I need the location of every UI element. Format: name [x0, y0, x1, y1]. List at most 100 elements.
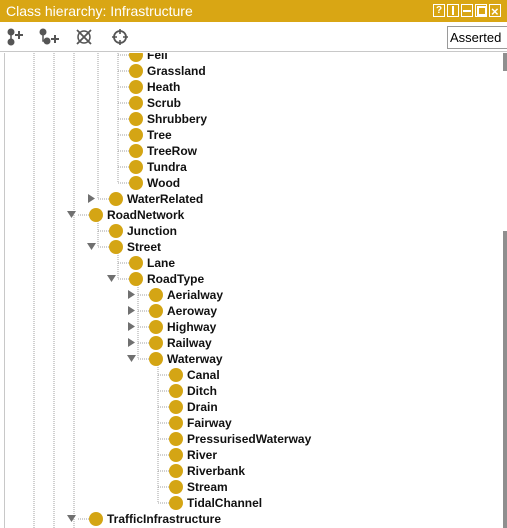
class-icon	[129, 96, 143, 110]
collapsed-triangle-icon[interactable]	[127, 290, 137, 300]
add-subclass-button[interactable]	[6, 27, 28, 47]
tree-node[interactable]: WaterRelated	[109, 191, 203, 207]
scrollbar-thumb-upper[interactable]	[503, 53, 507, 71]
tree-node[interactable]: Aerialway	[149, 287, 223, 303]
minimize-icon[interactable]	[461, 4, 473, 17]
tree-node[interactable]: Fairway	[169, 415, 232, 431]
add-subclass-icon	[7, 28, 23, 46]
tree-node[interactable]: PressurisedWaterway	[169, 431, 311, 447]
collapsed-triangle-icon[interactable]	[87, 194, 97, 204]
add-sibling-button[interactable]	[38, 27, 60, 47]
help-icon[interactable]	[433, 0, 445, 22]
class-icon	[109, 192, 123, 206]
window-controls	[433, 0, 501, 23]
class-hierarchy-tree: Fell Grassland Heath Scrub Shrubbery Tree Tree…	[4, 53, 503, 528]
vertical-scrollbar[interactable]	[503, 53, 507, 528]
hierarchy-toolbar: Asserted	[0, 22, 507, 52]
tree-node[interactable]: River	[169, 447, 217, 463]
delete-class-button[interactable]	[74, 27, 96, 47]
class-icon	[89, 512, 103, 526]
tree-node-label: Heath	[147, 80, 181, 94]
class-icon	[129, 112, 143, 126]
class-icon	[169, 448, 183, 462]
tree-node-label: Wood	[147, 176, 181, 190]
class-icon	[129, 176, 143, 190]
scrollbar-thumb-lower[interactable]	[503, 231, 507, 528]
class-icon	[169, 432, 183, 446]
tree-node[interactable]: Aeroway	[149, 303, 217, 319]
tree-guide-lines	[33, 53, 169, 528]
tree-node[interactable]: Railway	[149, 335, 212, 351]
hierarchy-mode-select[interactable]: Asserted	[447, 26, 507, 49]
tree-node[interactable]: Stream	[169, 479, 228, 495]
collapsed-triangle-icon[interactable]	[127, 338, 137, 348]
tree-node[interactable]: Canal	[169, 367, 220, 383]
collapsed-triangle-icon[interactable]	[127, 322, 137, 332]
close-icon[interactable]	[489, 1, 501, 23]
find-class-button[interactable]	[110, 27, 132, 47]
tree-node-label: Tree	[147, 128, 172, 142]
tree-node-label: RoadType	[147, 272, 205, 286]
tree-node[interactable]: RoadType	[129, 271, 204, 287]
class-icon	[149, 288, 163, 302]
class-icon	[169, 496, 183, 510]
class-icon	[129, 53, 143, 62]
expanded-triangle-icon[interactable]	[67, 514, 77, 524]
tree-node-label: Grassland	[147, 64, 206, 78]
tree-node[interactable]: RoadNetwork	[89, 207, 184, 223]
expanded-triangle-icon[interactable]	[67, 210, 77, 220]
tree-node[interactable]: TreeRow	[129, 143, 197, 159]
tree-node-label: Aeroway	[167, 304, 218, 318]
tree-node-label: TidalChannel	[187, 496, 263, 510]
panel-title-bar: Class hierarchy: Infrastructure	[0, 0, 507, 23]
class-icon	[149, 352, 163, 366]
class-icon	[109, 240, 123, 254]
maximize-icon[interactable]	[475, 4, 487, 17]
tree-node[interactable]: Grassland	[129, 63, 206, 79]
expanded-triangle-icon[interactable]	[87, 242, 97, 252]
tree-node[interactable]: Junction	[109, 223, 177, 239]
delete-class-icon	[76, 29, 92, 45]
tree-node[interactable]: Lane	[129, 255, 175, 271]
tree-node[interactable]: Street	[109, 239, 161, 255]
collapsed-triangle-icon[interactable]	[127, 306, 137, 316]
tree-node[interactable]: Heath	[129, 79, 180, 95]
split-view-icon[interactable]	[447, 4, 459, 17]
tree-node[interactable]: Drain	[169, 399, 218, 415]
tree-node[interactable]: Scrub	[129, 95, 181, 111]
class-icon	[129, 144, 143, 158]
tree-node-label: TreeRow	[147, 144, 198, 158]
tree-node-label: WaterRelated	[127, 192, 204, 206]
expanded-triangle-icon[interactable]	[107, 274, 117, 284]
crosshair-icon	[112, 29, 128, 45]
tree-node[interactable]: Tundra	[129, 159, 187, 175]
tree-node-label: Street	[127, 240, 162, 254]
class-icon	[129, 80, 143, 94]
tree-node[interactable]: Shrubbery	[129, 111, 207, 127]
tree-node[interactable]: Riverbank	[169, 463, 245, 479]
tree-node-label: RoadNetwork	[107, 208, 185, 222]
class-icon	[149, 304, 163, 318]
tree-node[interactable]: Waterway	[149, 351, 223, 367]
class-icon	[129, 128, 143, 142]
tree-node-label: Tundra	[147, 160, 187, 174]
tree-node[interactable]: Wood	[129, 175, 180, 191]
tree-node-label: Railway	[167, 336, 212, 350]
tree-node-label: Junction	[127, 224, 177, 238]
tree-node-label: Ditch	[187, 384, 217, 398]
tree-node[interactable]: Fell	[129, 53, 168, 63]
tree-node-label: Scrub	[147, 96, 182, 110]
class-icon	[129, 272, 143, 286]
tree-node[interactable]: Tree	[129, 127, 172, 143]
tree-node[interactable]: Ditch	[169, 383, 217, 399]
tree-node[interactable]: TrafficInfrastructure	[89, 511, 221, 527]
class-icon	[169, 464, 183, 478]
tree-node-label: PressurisedWaterway	[187, 432, 312, 446]
expanded-triangle-icon[interactable]	[127, 354, 137, 364]
tree-node[interactable]: TidalChannel	[169, 495, 262, 511]
tree-node-label: Aerialway	[167, 288, 224, 302]
tree-node-label: Fairway	[187, 416, 232, 430]
tree-node[interactable]: Highway	[149, 319, 216, 335]
class-icon	[169, 400, 183, 414]
tree-node-label: Drain	[187, 400, 218, 414]
